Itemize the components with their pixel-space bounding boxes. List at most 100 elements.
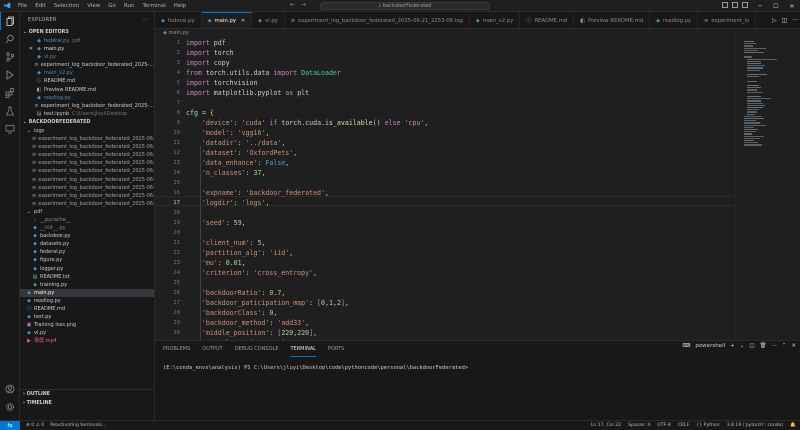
chevron-down-icon[interactable]: ⌄: [740, 343, 745, 349]
tree-folder[interactable]: › __pycache__: [20, 216, 154, 224]
tree-file[interactable]: ≡ experiment_log_backdoor_federated_2025-…: [20, 159, 154, 167]
tree-file[interactable]: ▶ 录屏.mp4: [20, 337, 154, 345]
tree-file[interactable]: ⓘ README.md: [20, 305, 154, 313]
tree-file[interactable]: ◆ test.py: [20, 313, 154, 321]
back-arrow-icon[interactable]: ←: [290, 1, 295, 8]
close-panel-icon[interactable]: ✕: [791, 343, 796, 349]
tree-file[interactable]: ◆ __init__.py: [20, 224, 154, 232]
menu-terminal[interactable]: Terminal: [138, 0, 169, 12]
menu-help[interactable]: Help: [170, 0, 191, 12]
timeline-section[interactable]: › TIMELINE: [20, 399, 154, 408]
tree-file[interactable]: ≡ experiment_log_backdoor_federated_2025-…: [20, 192, 154, 200]
run-file-icon[interactable]: ▷: [772, 17, 777, 24]
menu-run[interactable]: Run: [120, 0, 139, 12]
minimize-icon[interactable]: ─: [752, 0, 768, 12]
code-editor[interactable]: 1 2 3 4 5 6 7 8 9 10 11 12 13 14 15 16 17 18 19 20 21 22 23 24 2…: [155, 38, 735, 340]
trash-icon[interactable]: 🗑: [760, 343, 767, 349]
tree-file[interactable]: ≡ experiment_log_backdoor_federated_2025-…: [20, 176, 154, 184]
python-interpreter[interactable]: 3.8.19 ('pytorch': conda): [727, 423, 784, 428]
tree-file[interactable]: ◆ backdoor.py: [20, 232, 154, 240]
tree-file[interactable]: ▣ Training loss.png: [20, 321, 154, 329]
line-ending[interactable]: CRLF: [678, 423, 690, 428]
editor-tab[interactable]: ◆ main_v2.py: [470, 12, 521, 28]
minimap[interactable]: [735, 29, 800, 340]
close-icon[interactable]: ✕: [28, 45, 34, 53]
split-terminal-icon[interactable]: ◫: [749, 343, 754, 349]
open-editor-item[interactable]: ≡ experiment_log_backdoor_federated_2025-…: [20, 61, 154, 69]
editor-tab[interactable]: ≡ experiment_log_backdoor_federated_2025-…: [285, 12, 470, 28]
close-tab-icon[interactable]: ✕: [241, 18, 245, 24]
open-editor-item[interactable]: ◆ vi.py: [20, 53, 154, 61]
toggle-secondary-sidebar-icon[interactable]: [742, 2, 748, 8]
open-editor-item[interactable]: ◆ main_v2.py: [20, 69, 154, 77]
menu-edit[interactable]: Edit: [31, 0, 50, 12]
open-editor-item[interactable]: ◧ Preview README.md: [20, 86, 154, 94]
tree-file[interactable]: ≡ experiment_log_backdoor_federated_2025-…: [20, 151, 154, 159]
explorer-icon[interactable]: [0, 12, 20, 30]
search-view-icon[interactable]: [0, 30, 20, 48]
terminal-output[interactable]: (E:\conda_envs\analysis) PS C:\Users\jlu…: [163, 365, 468, 371]
panel-tab-ports[interactable]: PORTS: [328, 342, 344, 356]
tree-file[interactable]: ◆ readlog.py: [20, 297, 154, 305]
source-control-icon[interactable]: [0, 48, 20, 66]
tree-file[interactable]: ≡ experiment_log_backdoor_federated_2025-…: [20, 143, 154, 151]
notifications-bell-icon[interactable]: 🔔: [790, 423, 796, 428]
panel-tab-output[interactable]: OUTPUT: [202, 342, 222, 356]
tree-file[interactable]: ≡ experiment_log_backdoor_federated_2025-…: [20, 135, 154, 143]
panel-tab-debug-console[interactable]: DEBUG CONSOLE: [235, 342, 279, 356]
language-mode[interactable]: {} Python: [696, 423, 719, 428]
toggle-sidebar-icon[interactable]: [722, 2, 728, 8]
open-editor-item[interactable]: ▤ test.ipynb C:\Users\jluyi\Desktop: [20, 110, 154, 118]
tree-file[interactable]: ◆ vi.py: [20, 329, 154, 337]
outline-section[interactable]: › OUTLINE: [20, 390, 154, 399]
open-editor-item[interactable]: ◆ federal.py pdf: [20, 37, 154, 45]
menu-file[interactable]: File: [14, 0, 31, 12]
breadcrumb[interactable]: ◆ main.py: [155, 29, 735, 38]
tree-file[interactable]: ◆ datasets.py: [20, 240, 154, 248]
tree-file[interactable]: ◆ figure.py: [20, 256, 154, 264]
terminal-shell-name[interactable]: powershell: [695, 343, 725, 349]
tree-file[interactable]: ≡ experiment_log_backdoor_federated_2025-…: [20, 184, 154, 192]
tree-file[interactable]: ▤ README.txt: [20, 273, 154, 281]
open-editors-section[interactable]: ⌄ OPEN EDITORS: [20, 28, 154, 37]
tree-file[interactable]: ≡ experiment_log_backdoor_federated_2025-…: [20, 167, 154, 175]
more-actions-icon[interactable]: ···: [792, 17, 798, 24]
forward-arrow-icon[interactable]: →: [301, 1, 306, 8]
tree-folder[interactable]: ⌄ pdf: [20, 208, 154, 216]
editor-tab[interactable]: ⓘ README.md: [520, 12, 575, 28]
problems-status[interactable]: ⊗ 0 ⚠ 0: [26, 423, 44, 428]
editor-tab[interactable]: ◆ main.py ✕: [201, 12, 253, 28]
settings-gear-icon[interactable]: [0, 398, 20, 416]
cursor-position[interactable]: Ln 17, Col 22: [591, 423, 621, 428]
tree-file[interactable]: ◆ main.py: [20, 288, 154, 297]
split-editor-icon[interactable]: ◫: [782, 17, 788, 24]
menu-view[interactable]: View: [83, 0, 104, 12]
panel-tab-problems[interactable]: PROBLEMS: [163, 342, 190, 356]
toggle-panel-icon[interactable]: [732, 2, 738, 8]
remote-indicator-icon[interactable]: ⇆: [0, 420, 20, 430]
editor-tab[interactable]: ◆ readlog.py: [650, 12, 699, 28]
close-window-icon[interactable]: ✕: [784, 0, 800, 12]
run-debug-icon[interactable]: [0, 66, 20, 84]
maximize-panel-icon[interactable]: ⌃: [782, 343, 787, 349]
accounts-icon[interactable]: [0, 380, 20, 398]
more-actions-icon[interactable]: ···: [772, 343, 777, 349]
extensions-icon[interactable]: [0, 84, 20, 102]
open-editor-item[interactable]: ⓘ README.md: [20, 77, 154, 85]
tree-file[interactable]: ◆ training.py: [20, 281, 154, 289]
editor-tab[interactable]: ◧ Preview README.md: [574, 12, 651, 28]
more-actions-icon[interactable]: ···: [142, 12, 148, 28]
encoding[interactable]: UTF-8: [657, 423, 670, 428]
tree-file[interactable]: ◆ federal.py: [20, 248, 154, 256]
project-section[interactable]: ⌄ BACKDOORFEDERATED: [20, 118, 154, 127]
remote-explorer-icon[interactable]: [0, 120, 20, 138]
command-center-search[interactable]: ⌕ backdoorFederated: [320, 2, 490, 10]
panel-tab-terminal[interactable]: TERMINAL: [290, 342, 316, 357]
tree-folder[interactable]: ⌄ logs: [20, 127, 154, 135]
menu-selection[interactable]: Selection: [50, 0, 83, 12]
open-editor-item[interactable]: ◆ readlog.py: [20, 94, 154, 102]
open-editor-item[interactable]: ✕ ◆ main.py: [20, 45, 154, 53]
editor-tab[interactable]: ◆ federal.py: [155, 12, 202, 28]
indentation[interactable]: Spaces: 4: [628, 423, 650, 428]
open-editor-item[interactable]: ≡ experiment_log_backdoor_federated_2025-…: [20, 102, 154, 110]
